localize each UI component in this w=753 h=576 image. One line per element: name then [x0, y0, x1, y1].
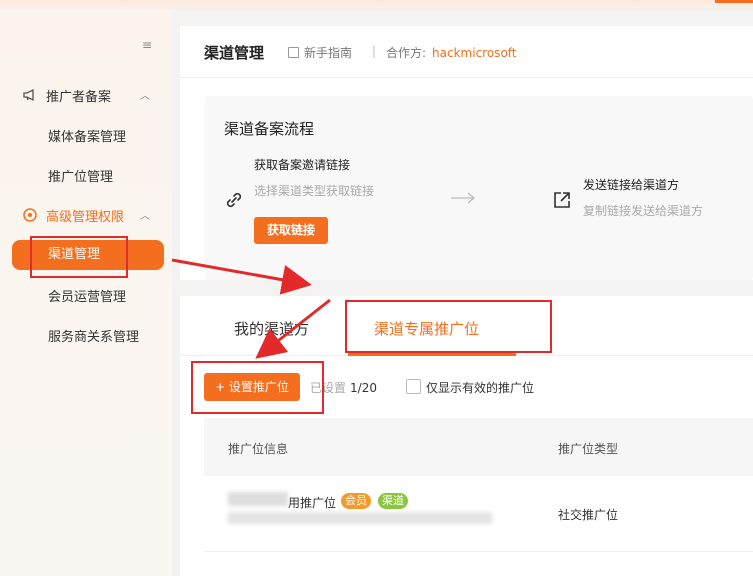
- annotation-box-button: [191, 361, 324, 414]
- megaphone-icon: [22, 87, 38, 103]
- step1-title: 获取备案邀请链接: [254, 158, 351, 172]
- top-accent: [715, 0, 753, 3]
- annotation-box-tab: [345, 300, 552, 353]
- sidebar-item-adzone[interactable]: 推广位管理: [48, 166, 113, 185]
- step2-title: 发送链接给渠道方: [583, 178, 680, 192]
- sidebar-item-member[interactable]: 会员运营管理: [48, 286, 126, 305]
- tab-my-channels[interactable]: 我的渠道方: [234, 318, 309, 339]
- set-count-value: 1/20: [350, 381, 377, 395]
- divider: |: [372, 44, 377, 58]
- guide-label: 新手指南: [304, 46, 353, 60]
- table-header: 推广位信息 推广位类型: [204, 418, 753, 476]
- sidebar-item-provider[interactable]: 服务商关系管理: [48, 326, 139, 345]
- top-bar: [0, 0, 753, 10]
- channel-tag: 渠道: [378, 493, 408, 509]
- step2-desc: 复制链接发送给渠道方: [583, 204, 704, 218]
- page-title: 渠道管理: [204, 44, 265, 62]
- row-name: 用推广位: [288, 496, 337, 510]
- link-icon: [226, 192, 242, 208]
- chevron-up-icon: ︿: [140, 91, 150, 102]
- page-header: 渠道管理 新手指南 | 合作方: hackmicrosoft: [180, 26, 753, 78]
- member-tag: 会员: [341, 493, 371, 509]
- sidebar-item-media[interactable]: 媒体备案管理: [48, 126, 126, 145]
- share-icon: [554, 192, 570, 208]
- sidebar-group-label: 高级管理权限: [46, 209, 125, 225]
- valid-only-label[interactable]: 仅显示有效的推广位: [426, 379, 534, 396]
- column-header-info: 推广位信息: [228, 442, 289, 456]
- flow-title: 渠道备案流程: [224, 120, 315, 138]
- shield-icon: [22, 207, 38, 223]
- annotation-box-sidebar: [30, 236, 128, 278]
- sidebar-group-advanced[interactable]: 高级管理权限 ︿: [22, 204, 150, 226]
- chevron-up-icon: ︿: [140, 211, 150, 222]
- partner-info: 合作方: hackmicrosoft: [386, 44, 517, 61]
- sidebar-group-promoter[interactable]: 推广者备案 ︿: [22, 84, 150, 106]
- partner-label: 合作方:: [386, 46, 427, 60]
- step1-desc: 选择渠道类型获取链接: [254, 184, 375, 198]
- column-header-type: 推广位类型: [558, 442, 619, 456]
- table-row[interactable]: 用推广位 会员 渠道 社交推广位: [204, 476, 753, 552]
- partner-value: hackmicrosoft: [432, 46, 517, 60]
- sidebar-group-label: 推广者备案: [46, 89, 112, 105]
- valid-only-checkbox[interactable]: [406, 379, 421, 394]
- redacted-text: [228, 492, 288, 506]
- redacted-text: [228, 512, 492, 524]
- book-icon: [288, 47, 299, 58]
- arrow-right-icon: [451, 192, 476, 204]
- guide-link[interactable]: 新手指南: [288, 44, 352, 61]
- tab-active-indicator: [348, 353, 516, 356]
- row-type: 社交推广位: [558, 508, 619, 522]
- flow-card: 渠道备案流程 获取备案邀请链接 选择渠道类型获取链接 获取链接 发送链接给渠道方…: [204, 96, 753, 280]
- menu-collapse-icon[interactable]: ≡: [142, 39, 154, 51]
- get-link-button[interactable]: 获取链接: [254, 217, 328, 244]
- section-gap: [180, 280, 753, 296]
